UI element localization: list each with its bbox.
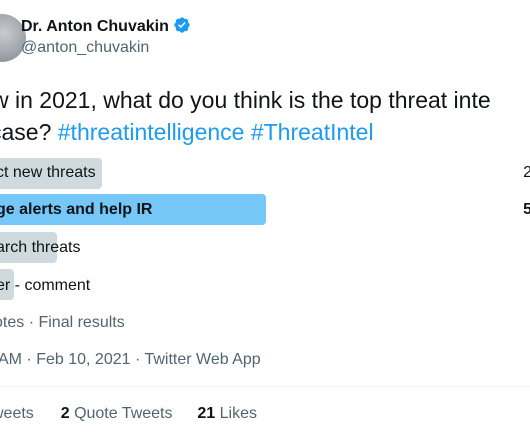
likes-link[interactable]: Likes bbox=[220, 405, 257, 422]
quote-count[interactable]: 2 bbox=[61, 405, 70, 422]
tweet-timestamp[interactable]: AM · Feb 10, 2021 · Twitter Web App bbox=[0, 351, 261, 369]
poll-option-percent: 2 bbox=[523, 164, 530, 181]
divider bbox=[0, 386, 530, 387]
poll-option-label: ct new threats bbox=[0, 164, 96, 181]
likes-count[interactable]: 21 bbox=[197, 405, 215, 422]
poll-option-percent: 5 bbox=[523, 201, 530, 218]
author-name-text[interactable]: Dr. Anton Chuvakin bbox=[21, 18, 169, 35]
poll-option-label: arch threats bbox=[0, 239, 81, 256]
tweet-text-prefix: case? bbox=[0, 119, 52, 145]
poll-option-label: er - comment bbox=[0, 277, 91, 294]
author-handle[interactable]: @anton_chuvakin bbox=[21, 39, 149, 57]
poll-option-label: ge alerts and help IR bbox=[0, 201, 153, 218]
quote-tweets-link[interactable]: Quote Tweets bbox=[74, 405, 172, 422]
tweet-text-line-1: w in 2021, what do you think is the top … bbox=[0, 87, 491, 113]
tweet-text-line-2: case? #threatintelligence #ThreatIntel bbox=[0, 118, 374, 146]
hashtag-link[interactable]: #ThreatIntel bbox=[251, 119, 374, 145]
verified-badge-icon bbox=[173, 16, 191, 39]
engagement-stats: weets 2 Quote Tweets 21 Likes bbox=[0, 405, 257, 423]
retweets-link[interactable]: weets bbox=[0, 405, 34, 422]
poll-summary: otes · Final results bbox=[0, 314, 125, 331]
hashtag-link[interactable]: #threatintelligence bbox=[58, 119, 245, 145]
author-name[interactable]: Dr. Anton Chuvakin bbox=[21, 16, 191, 39]
